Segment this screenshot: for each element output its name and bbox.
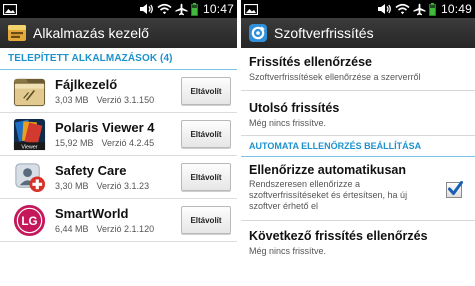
app-meta: 3,03 MB Verzió 3.1.150 [55, 95, 181, 105]
app-version: Verzió 4.2.45 [101, 138, 155, 148]
app-manager-screen: 10:47 Alkalmazás kezelő TELEPÍTETT ALKAL… [0, 0, 237, 286]
app-size: 6,44 MB [55, 224, 89, 234]
wifi-icon [157, 3, 172, 15]
last-update-item[interactable]: Utolsó frissítés Még nincs frissítve. [241, 91, 475, 136]
battery-icon [191, 2, 198, 16]
app-row-smartworld[interactable]: LG SmartWorld 6,44 MB Verzió 2.1.120 Eltá… [0, 199, 237, 242]
volume-icon [377, 4, 391, 14]
installed-apps-header: TELEPÍTETT ALKALMAZÁSOK (4) [0, 48, 237, 70]
uninstall-button[interactable]: Eltávolít [181, 120, 231, 148]
auto-check-title: Ellenőrizze automatikusan [249, 163, 406, 177]
app-name: SmartWorld [55, 206, 129, 221]
volume-icon [139, 4, 153, 14]
lg-logo-text: LG [21, 214, 37, 227]
uninstall-button[interactable]: Eltávolít [181, 77, 231, 105]
title-bar: Szoftverfrissítés [241, 18, 475, 48]
page-title: Alkalmazás kezelő [33, 25, 149, 41]
last-update-subtitle: Még nincs frissítve. [249, 118, 327, 128]
viewer-label: Viewer [21, 144, 37, 150]
auto-check-checkbox[interactable] [446, 181, 463, 198]
app-info: Polaris Viewer 4 15,92 MB Verzió 4.2.45 [55, 120, 181, 148]
app-meta: 3,30 MB Verzió 3.1.23 [55, 181, 181, 191]
app-name: Polaris Viewer 4 [55, 120, 155, 135]
gallery-notification-icon [3, 3, 17, 15]
status-time: 10:49 [440, 2, 472, 16]
airplane-mode-icon [413, 3, 426, 15]
safety-care-icon [15, 162, 46, 192]
app-meta: 15,92 MB Verzió 4.2.45 [55, 138, 181, 148]
app-name: Fájlkezelő [55, 77, 118, 92]
app-row-file-manager[interactable]: Fájlkezelő 3,03 MB Verzió 3.1.150 Eltávol… [0, 70, 237, 113]
last-update-title: Utolsó frissítés [249, 101, 340, 115]
polaris-viewer-icon: Viewer [13, 118, 46, 150]
app-row-polaris-viewer[interactable]: Viewer Polaris Viewer 4 15,92 MB Verzió 4… [0, 113, 237, 156]
status-time: 10:47 [202, 2, 234, 16]
battery-icon [429, 2, 436, 16]
app-version: Verzió 3.1.150 [96, 95, 155, 105]
page-title: Szoftverfrissítés [274, 25, 374, 41]
uninstall-button[interactable]: Eltávolít [181, 163, 231, 191]
app-size: 3,30 MB [55, 181, 89, 191]
check-for-update-title: Frissítés ellenőrzése [249, 55, 372, 69]
app-size: 15,92 MB [55, 138, 94, 148]
airplane-mode-icon [175, 3, 188, 15]
app-row-safety-care[interactable]: Safety Care 3,30 MB Verzió 3.1.23 Eltávol… [0, 156, 237, 199]
app-name: Safety Care [55, 163, 127, 178]
gallery-notification-icon [244, 3, 258, 15]
app-meta: 6,44 MB Verzió 2.1.120 [55, 224, 181, 234]
smartworld-lg-icon: LG [13, 204, 46, 236]
folder-icon [13, 78, 46, 106]
app-size: 3,03 MB [55, 95, 89, 105]
checkmark-icon [448, 181, 463, 195]
check-for-update-subtitle: Szoftverfrissítések ellenőrzése a szerve… [249, 72, 421, 82]
next-update-check-subtitle: Még nincs frissítve. [249, 246, 327, 256]
app-info: SmartWorld 6,44 MB Verzió 2.1.120 [55, 206, 181, 234]
next-update-check-item[interactable]: Következő frissítés ellenőrzés Még nincs… [241, 221, 475, 264]
check-for-update-item[interactable]: Frissítés ellenőrzése Szoftverfrissítése… [241, 48, 475, 91]
app-info: Safety Care 3,30 MB Verzió 3.1.23 [55, 163, 181, 191]
uninstall-button[interactable]: Eltávolít [181, 206, 231, 234]
wifi-icon [395, 3, 410, 15]
status-bar: 10:49 [241, 0, 475, 18]
title-bar: Alkalmazás kezelő [0, 18, 237, 48]
next-update-check-title: Következő frissítés ellenőrzés [249, 229, 428, 243]
software-update-icon [249, 24, 267, 42]
software-update-screen: 10:49 Szoftverfrissítés Frissítés ellenő… [241, 0, 475, 286]
auto-check-item[interactable]: Ellenőrizze automatikusan Rendszeresen e… [241, 157, 475, 221]
status-bar: 10:47 [0, 0, 237, 18]
app-version: Verzió 2.1.120 [96, 224, 155, 234]
auto-check-subtitle: Rendszeresen ellenőrizze a szoftverfriss… [249, 179, 408, 211]
app-manager-icon [8, 25, 26, 41]
app-info: Fájlkezelő 3,03 MB Verzió 3.1.150 [55, 77, 181, 105]
auto-check-section-header: AUTOMATA ELLENŐRZÉS BEÁLLÍTÁSA [241, 136, 475, 157]
app-version: Verzió 3.1.23 [96, 181, 150, 191]
